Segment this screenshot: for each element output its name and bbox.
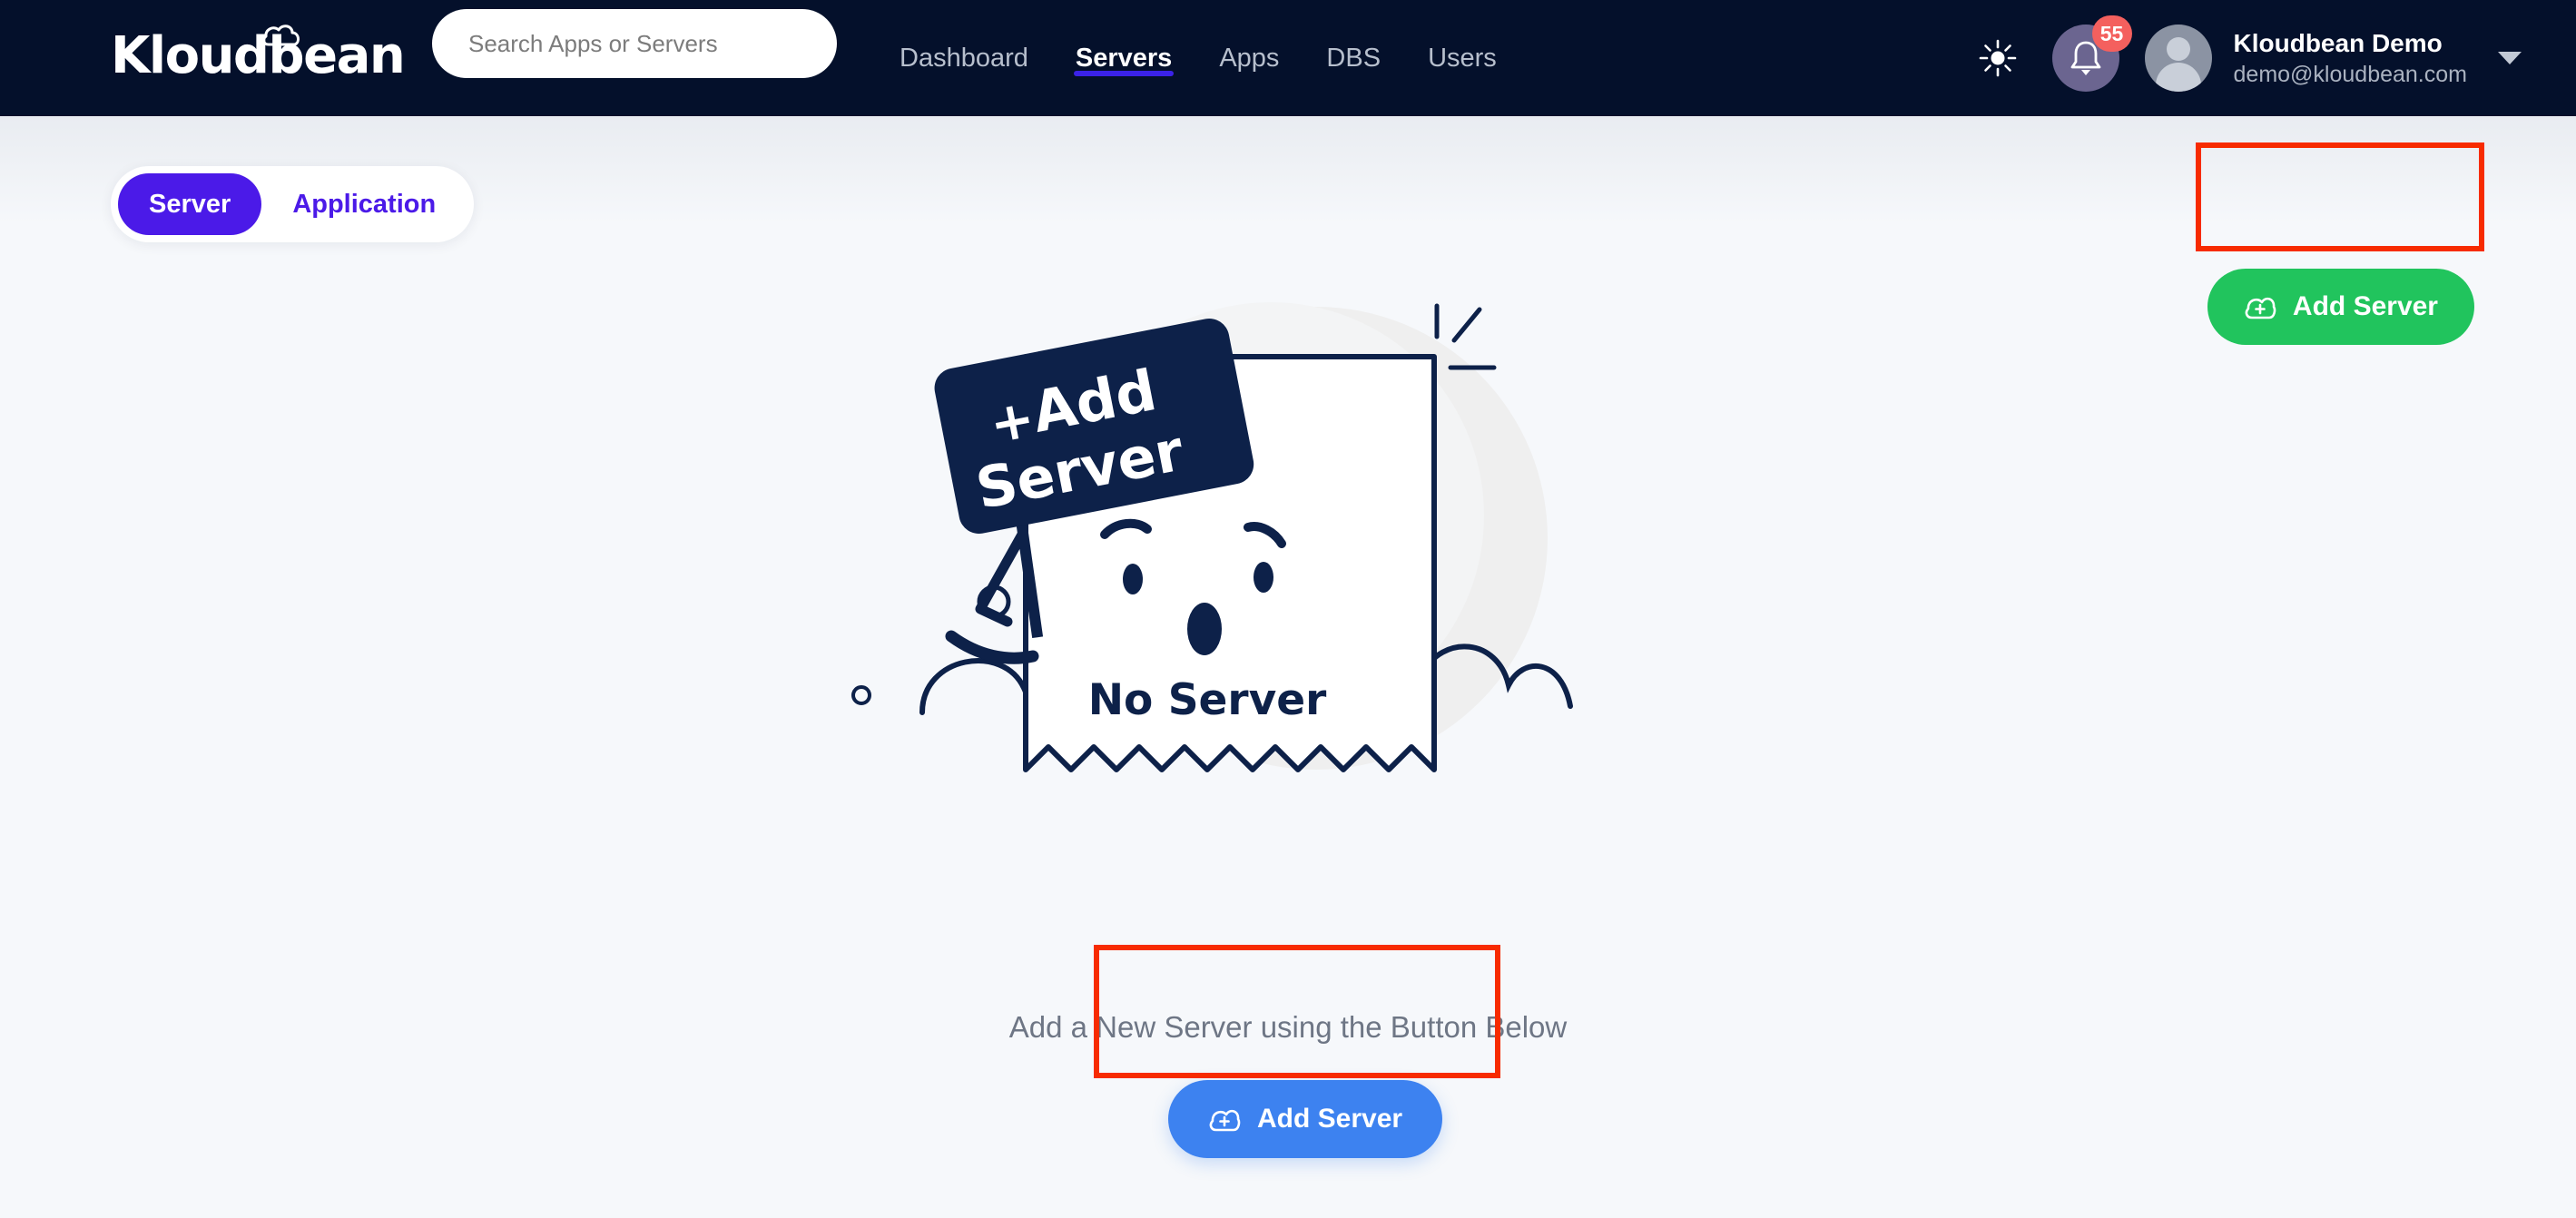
empty-state-hint: Add a New Server using the Button Below xyxy=(1008,1010,1568,1044)
nav-item-apps[interactable]: Apps xyxy=(1195,0,1303,116)
nav-item-users[interactable]: Users xyxy=(1404,0,1520,116)
notifications-button[interactable]: 55 xyxy=(2051,15,2132,92)
add-server-button-top[interactable]: Add Server xyxy=(2207,269,2474,345)
logo-text-part-1: Kloud xyxy=(111,26,270,85)
chevron-down-icon[interactable] xyxy=(2498,52,2522,64)
illustration-no-server-label: No Server xyxy=(1088,675,1327,725)
user-account-info[interactable]: Kloudbean Demo demo@kloudbean.com xyxy=(2234,27,2467,89)
nav-label-dbs: DBS xyxy=(1326,43,1381,73)
sun-icon[interactable] xyxy=(1972,33,2023,83)
main-navigation: Dashboard Servers Apps DBS Users xyxy=(876,0,1520,116)
tab-server[interactable]: Server xyxy=(118,173,262,235)
cloud-plus-icon xyxy=(1209,1109,1241,1132)
app-header: Kloudbean Dashboard Servers Apps DBS Use… xyxy=(0,0,2576,116)
notification-count-badge: 55 xyxy=(2091,15,2132,52)
search-box[interactable] xyxy=(432,9,837,78)
view-type-toggle: Server Application xyxy=(111,166,475,242)
tab-application-label: Application xyxy=(292,189,437,219)
nav-label-dashboard: Dashboard xyxy=(900,43,1028,73)
cloud-plus-icon xyxy=(2245,297,2276,319)
search-input[interactable] xyxy=(468,29,801,58)
nav-label-apps: Apps xyxy=(1219,43,1280,73)
nav-item-servers[interactable]: Servers xyxy=(1052,0,1195,116)
nav-label-servers: Servers xyxy=(1075,43,1173,73)
brand-logo[interactable]: Kloudbean xyxy=(111,20,406,93)
no-server-illustration: No Server + Add Server xyxy=(851,302,1573,772)
tab-server-label: Server xyxy=(149,189,231,219)
add-server-button-top-label: Add Server xyxy=(2292,291,2438,321)
page-body: Server Application No Server + Add Serve… xyxy=(0,116,2576,1218)
nav-item-dashboard[interactable]: Dashboard xyxy=(876,0,1052,116)
cloud-icon xyxy=(262,25,300,46)
user-avatar-icon[interactable] xyxy=(2144,25,2212,92)
add-server-button-bottom[interactable]: Add Server xyxy=(1168,1080,1443,1158)
tab-application[interactable]: Application xyxy=(261,173,467,235)
user-name: Kloudbean Demo xyxy=(2233,29,2443,57)
add-server-button-bottom-label: Add Server xyxy=(1257,1104,1403,1134)
header-right-cluster: 55 Kloudbean Demo demo@kloudbean.com xyxy=(1972,0,2522,116)
user-email: demo@kloudbean.com xyxy=(2233,62,2467,87)
nav-item-dbs[interactable]: DBS xyxy=(1303,0,1404,116)
nav-label-users: Users xyxy=(1428,43,1497,73)
